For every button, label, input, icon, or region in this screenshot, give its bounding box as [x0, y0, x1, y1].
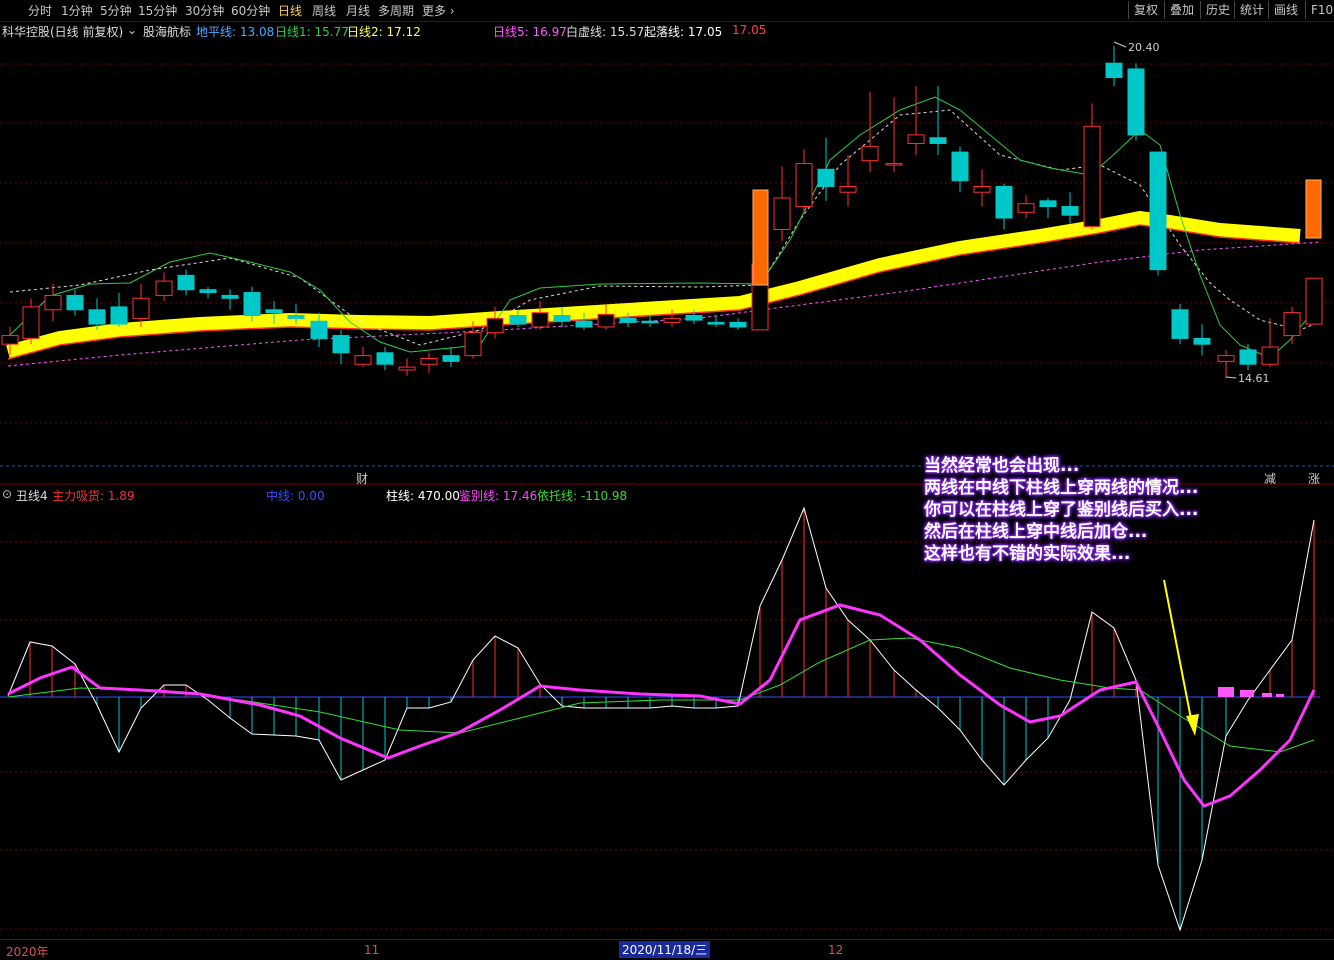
candle-body — [287, 314, 305, 319]
annotation-arrow-head — [1186, 714, 1199, 736]
date-label-nov: 11 — [364, 943, 380, 957]
signal-bar — [752, 189, 769, 286]
price-low-label: 14.61 — [1238, 372, 1270, 385]
candle-body — [685, 314, 703, 321]
annotation-line: 这样也有不错的实际效果... — [924, 544, 1131, 564]
candle-body — [442, 355, 460, 362]
signal-mini-bar — [1276, 694, 1284, 697]
candle-body — [376, 352, 394, 365]
candle-body — [155, 280, 173, 296]
date-cursor: 2020/11/18/三 — [619, 941, 711, 958]
candle-body — [44, 294, 62, 311]
candle-body — [332, 335, 350, 354]
candle-body — [729, 321, 747, 328]
candle-body — [486, 317, 504, 334]
price-high-label: 20.40 — [1128, 41, 1160, 54]
event-marker-finance[interactable]: 财 — [356, 470, 368, 487]
candle-body — [1239, 349, 1257, 365]
candle-body — [1, 335, 19, 345]
date-label-year: 2020年 — [6, 945, 49, 959]
candle-body — [817, 168, 835, 187]
annotation-line: 两线在中线下柱线上穿两线的情况... — [924, 478, 1199, 498]
price-low-pointer — [1225, 376, 1237, 379]
annotation-arrow — [1163, 579, 1193, 725]
annotation-line: 然后在柱线上穿中线后加仓... — [924, 522, 1148, 542]
candle-body — [795, 163, 813, 208]
candle-body — [597, 313, 615, 328]
candle-body — [22, 306, 40, 339]
candle-body — [1261, 346, 1279, 365]
candle-body — [66, 294, 84, 311]
candle-body — [310, 320, 328, 339]
signal-mini-bar — [1240, 690, 1254, 697]
candle-body — [199, 289, 217, 294]
event-marker-rise[interactable]: 涨 — [1308, 470, 1320, 487]
candle-body — [132, 297, 150, 319]
candle-body — [1083, 125, 1101, 228]
candle-body — [1127, 68, 1145, 136]
candle-body — [1061, 206, 1079, 216]
candle-body — [951, 151, 969, 182]
candle-body — [509, 314, 527, 325]
candle-body — [177, 274, 195, 291]
candle-body — [464, 332, 482, 357]
candle-body — [420, 358, 438, 365]
annotation-line: 当然经常也会出现... — [924, 456, 1080, 476]
candle-body — [839, 185, 857, 193]
candle-body — [398, 366, 416, 371]
candle-body — [773, 197, 791, 230]
candle-body — [641, 320, 659, 324]
date-label-dec: 12 — [828, 943, 844, 957]
candle-body — [243, 292, 261, 316]
candle-body — [1171, 309, 1189, 339]
candle-body — [1305, 277, 1323, 325]
candle-body — [861, 145, 879, 162]
candle-body — [221, 294, 239, 299]
candle-body — [1039, 200, 1057, 208]
signal-bar — [1305, 179, 1322, 239]
candle-body — [1149, 151, 1167, 271]
bar-line-white — [7, 506, 1315, 932]
candle-body — [265, 309, 283, 314]
signal-mini-bar — [1262, 693, 1272, 697]
ma-band-yellow — [6, 210, 1301, 359]
candle-body — [885, 163, 903, 166]
candle-body — [995, 185, 1013, 219]
event-marker-reduce[interactable]: 减 — [1264, 470, 1276, 487]
candle-body — [553, 314, 571, 322]
candle-body — [707, 321, 725, 325]
date-axis: 2020年 11 2020/11/18/三 12 — [0, 939, 1334, 960]
candle-body — [1105, 62, 1123, 79]
candle-body — [663, 317, 681, 323]
candle-body — [531, 312, 549, 328]
identify-line-magenta — [7, 603, 1316, 808]
candle-body — [110, 306, 128, 325]
candle-body — [929, 137, 947, 144]
candle-body — [619, 317, 637, 323]
annotation-line: 你可以在柱线上穿了鉴别线后买入... — [924, 500, 1199, 520]
candle-body — [973, 185, 991, 193]
candle-body — [575, 320, 593, 328]
candle-body — [354, 355, 372, 365]
candle-body — [1193, 337, 1211, 345]
candle-body — [907, 134, 925, 144]
annotation-text: 当然经常也会出现... 两线在中线下柱线上穿两线的情况... 你可以在柱线上穿了… — [924, 455, 1254, 565]
candle-body — [88, 309, 106, 325]
candle-body — [1217, 355, 1235, 362]
price-high-pointer — [1113, 41, 1127, 48]
candle-body — [1017, 203, 1035, 213]
candle-body — [1283, 312, 1301, 337]
signal-mini-bar — [1218, 687, 1234, 697]
